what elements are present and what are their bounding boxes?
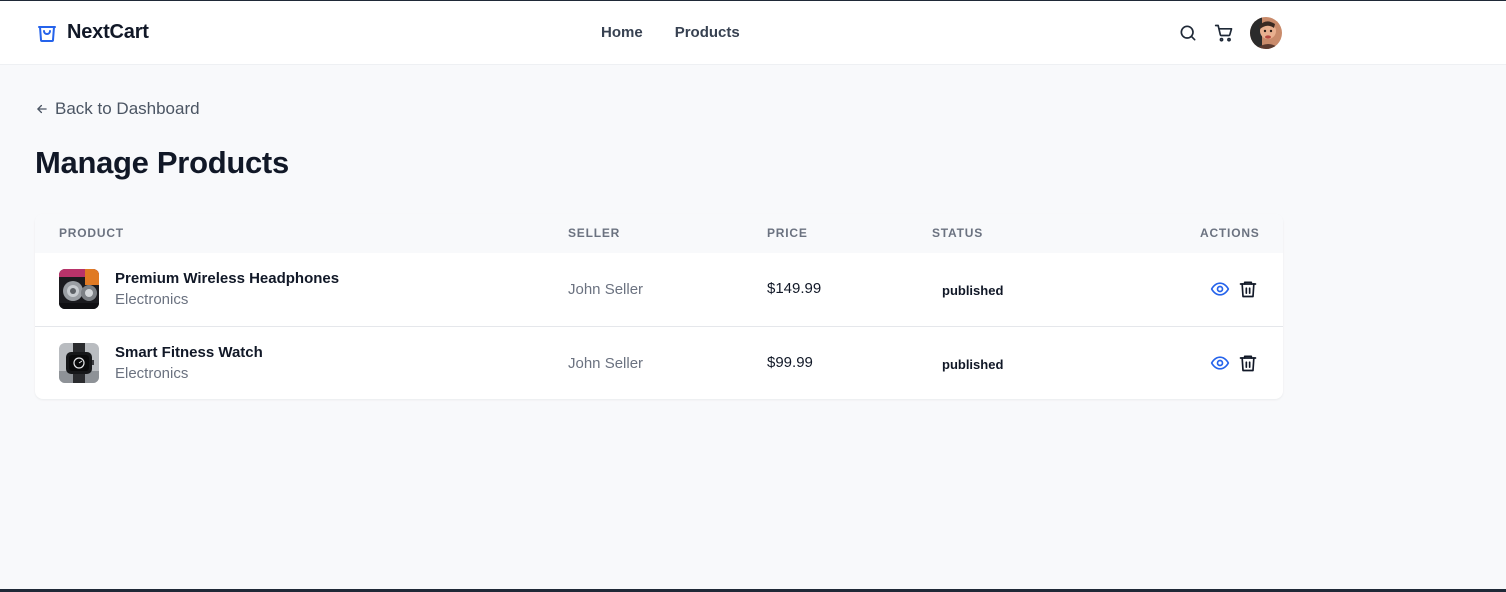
status-badge: published	[942, 357, 1004, 372]
view-product-button[interactable]	[1210, 278, 1230, 300]
product-price: $149.99	[767, 280, 822, 297]
main-nav: Home Products	[601, 24, 740, 41]
nav-link-products[interactable]: Products	[675, 24, 740, 41]
search-button[interactable]	[1176, 17, 1200, 49]
column-header-seller: SELLER	[568, 226, 621, 240]
brand-name: NextCart	[67, 20, 149, 43]
cart-button[interactable]	[1212, 17, 1236, 49]
delete-product-button[interactable]	[1238, 278, 1258, 300]
product-thumbnail	[59, 343, 99, 383]
product-thumbnail	[59, 269, 99, 309]
row-actions	[1210, 352, 1258, 374]
shopping-cart-icon	[1214, 24, 1233, 42]
user-avatar[interactable]	[1250, 17, 1282, 49]
table-row: Smart Fitness Watch Electronics John Sel…	[35, 326, 1283, 399]
row-actions	[1210, 278, 1258, 300]
arrow-left-icon	[37, 104, 47, 114]
trash-icon	[1239, 355, 1257, 372]
header-actions	[1176, 17, 1282, 49]
column-header-actions: ACTIONS	[1200, 226, 1260, 240]
product-name: Premium Wireless Headphones	[115, 270, 340, 287]
eye-icon	[1210, 282, 1230, 296]
column-header-price: PRICE	[767, 226, 808, 240]
search-icon	[1180, 25, 1196, 41]
table-row: Premium Wireless Headphones Electronics …	[35, 253, 1283, 326]
nav-link-home[interactable]: Home	[601, 24, 643, 41]
product-name: Smart Fitness Watch	[115, 344, 263, 361]
top-navbar: NextCart Home Products	[0, 1, 1506, 65]
app-viewport: NextCart Home Products Back to Dashboard…	[0, 1, 1506, 589]
eye-icon	[1210, 356, 1230, 370]
status-badge: published	[942, 283, 1004, 298]
back-to-dashboard-link[interactable]: Back to Dashboard	[35, 99, 200, 119]
product-category: Electronics	[115, 365, 189, 382]
view-product-button[interactable]	[1210, 352, 1230, 374]
seller-name: John Seller	[568, 355, 644, 372]
column-header-status: STATUS	[932, 226, 984, 240]
page-title: Manage Products	[35, 145, 289, 180]
shopping-bag-icon	[35, 20, 59, 44]
seller-name: John Seller	[568, 281, 644, 298]
brand-logo-link[interactable]: NextCart	[35, 20, 149, 44]
column-header-product: PRODUCT	[59, 226, 124, 240]
table-header: PRODUCT SELLER PRICE STATUS ACTIONS	[35, 214, 1283, 253]
products-table: PRODUCT SELLER PRICE STATUS ACTIONS Prem…	[35, 214, 1283, 399]
product-price: $99.99	[767, 354, 813, 371]
trash-icon	[1239, 281, 1257, 298]
back-link-label: Back to Dashboard	[55, 99, 200, 118]
product-category: Electronics	[115, 291, 189, 308]
delete-product-button[interactable]	[1238, 352, 1258, 374]
